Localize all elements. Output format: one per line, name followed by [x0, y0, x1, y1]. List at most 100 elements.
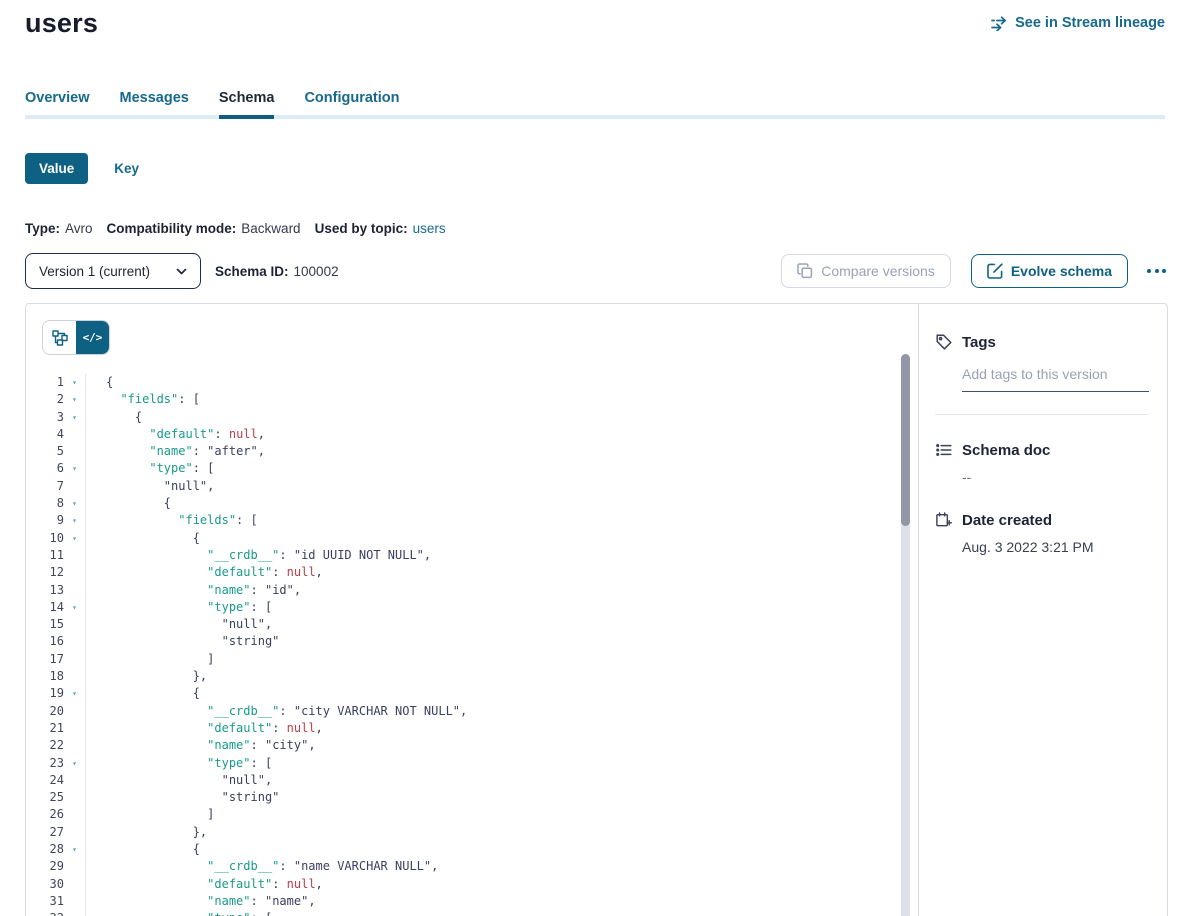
code-text: "type": [	[85, 755, 894, 772]
code-line: 5 "name": "after",	[26, 443, 894, 460]
code-line: 13 "name": "id",	[26, 582, 894, 599]
tree-view-button[interactable]	[43, 321, 76, 354]
code-line: 32▾ "type": [	[26, 910, 894, 916]
code-text: "default": null,	[85, 564, 894, 581]
code-line: 30 "default": null,	[26, 876, 894, 893]
tab-overview[interactable]: Overview	[25, 90, 90, 119]
sidebar-divider	[935, 414, 1149, 415]
editor-view-toggle: </>	[42, 320, 110, 355]
topic-link[interactable]: users	[413, 221, 446, 236]
caret-spacer	[64, 582, 85, 599]
code-text: "default": null,	[85, 720, 894, 737]
tab-messages[interactable]: Messages	[120, 90, 189, 119]
line-number: 1	[26, 374, 64, 391]
code-line: 16 "string"	[26, 633, 894, 650]
code-text: {	[85, 685, 894, 702]
schema-editor: </> 1▾{2▾ "fields": [3▾ {4 "default": nu…	[26, 304, 918, 916]
code-line: 12 "default": null,	[26, 564, 894, 581]
caret-spacer	[64, 789, 85, 806]
code-text: "name": "name",	[85, 893, 894, 910]
editor-scrollbar-thumb[interactable]	[901, 354, 910, 526]
collapse-caret-icon[interactable]: ▾	[64, 599, 85, 616]
evolve-schema-button[interactable]: Evolve schema	[971, 254, 1128, 288]
line-number: 7	[26, 478, 64, 495]
caret-spacer	[64, 806, 85, 823]
code-line: 19▾ {	[26, 685, 894, 702]
compatibility-value: Backward	[241, 221, 300, 236]
schema-meta-row: Type: Avro Compatibility mode: Backward …	[25, 221, 446, 236]
add-tags-input[interactable]	[962, 366, 1149, 392]
key-toggle-button[interactable]: Key	[114, 161, 139, 176]
code-text: "__crdb__": "name VARCHAR NULL",	[85, 858, 894, 875]
version-dropdown[interactable]: Version 1 (current)	[25, 253, 201, 289]
line-number: 30	[26, 876, 64, 893]
line-number: 11	[26, 547, 64, 564]
code-view-button[interactable]: </>	[76, 321, 109, 354]
collapse-caret-icon[interactable]: ▾	[64, 495, 85, 512]
code-line: 3▾ {	[26, 409, 894, 426]
schema-doc-value: --	[962, 469, 1149, 485]
code-line: 2▾ "fields": [	[26, 391, 894, 408]
code-text: "type": [	[85, 599, 894, 616]
tags-title: Tags	[962, 334, 996, 351]
collapse-caret-icon[interactable]: ▾	[64, 512, 85, 529]
date-created-section: Date created Aug. 3 2022 3:21 PM	[935, 511, 1149, 555]
collapse-caret-icon[interactable]: ▾	[64, 409, 85, 426]
line-number: 20	[26, 703, 64, 720]
edit-icon	[987, 263, 1003, 279]
code-line: 22 "name": "city",	[26, 737, 894, 754]
collapse-caret-icon[interactable]: ▾	[64, 374, 85, 391]
line-number: 18	[26, 668, 64, 685]
see-in-stream-lineage-link[interactable]: See in Stream lineage	[991, 15, 1165, 31]
line-number: 8	[26, 495, 64, 512]
doc-list-icon	[935, 441, 953, 459]
collapse-caret-icon[interactable]: ▾	[64, 755, 85, 772]
tree-view-icon	[52, 330, 68, 346]
collapse-caret-icon[interactable]: ▾	[64, 460, 85, 477]
compare-versions-label: Compare versions	[821, 263, 935, 279]
schema-card: </> 1▾{2▾ "fields": [3▾ {4 "default": nu…	[25, 303, 1168, 916]
code-text: "default": null,	[85, 876, 894, 893]
code-line: 25 "string"	[26, 789, 894, 806]
tab-bar: Overview Messages Schema Configuration	[25, 90, 1165, 119]
code-line: 27 },	[26, 824, 894, 841]
line-number: 9	[26, 512, 64, 529]
caret-spacer	[64, 633, 85, 650]
line-number: 23	[26, 755, 64, 772]
collapse-caret-icon[interactable]: ▾	[64, 910, 85, 916]
code-text: "name": "after",	[85, 443, 894, 460]
schema-doc-section: Schema doc --	[935, 441, 1149, 485]
collapse-caret-icon[interactable]: ▾	[64, 685, 85, 702]
code-text: "string"	[85, 633, 894, 650]
collapse-caret-icon[interactable]: ▾	[64, 841, 85, 858]
chevron-down-icon	[176, 268, 187, 275]
tab-configuration[interactable]: Configuration	[304, 90, 399, 119]
line-number: 21	[26, 720, 64, 737]
tags-header: Tags	[935, 333, 1149, 351]
line-number: 12	[26, 564, 64, 581]
compare-versions-button[interactable]: Compare versions	[781, 254, 951, 288]
evolve-schema-label: Evolve schema	[1011, 263, 1112, 279]
code-text: "type": [	[85, 460, 894, 477]
editor-scrollbar-track[interactable]	[901, 354, 910, 916]
code-line: 1▾{	[26, 374, 894, 391]
collapse-caret-icon[interactable]: ▾	[64, 391, 85, 408]
tab-schema[interactable]: Schema	[219, 90, 275, 119]
more-options-button[interactable]	[1145, 265, 1168, 277]
line-number: 32	[26, 910, 64, 916]
value-toggle-button[interactable]: Value	[25, 153, 88, 184]
code-text: "null",	[85, 772, 894, 789]
caret-spacer	[64, 824, 85, 841]
collapse-caret-icon[interactable]: ▾	[64, 530, 85, 547]
code-text: },	[85, 824, 894, 841]
line-number: 14	[26, 599, 64, 616]
code-line: 31 "name": "name",	[26, 893, 894, 910]
line-number: 24	[26, 772, 64, 789]
copy-icon	[797, 263, 813, 279]
date-created-header: Date created	[935, 511, 1149, 529]
schema-page: users See in Stream lineage Overview Mes…	[0, 0, 1189, 916]
code-view-icon: </>	[83, 331, 103, 344]
code-line: 14▾ "type": [	[26, 599, 894, 616]
line-number: 31	[26, 893, 64, 910]
line-number: 27	[26, 824, 64, 841]
